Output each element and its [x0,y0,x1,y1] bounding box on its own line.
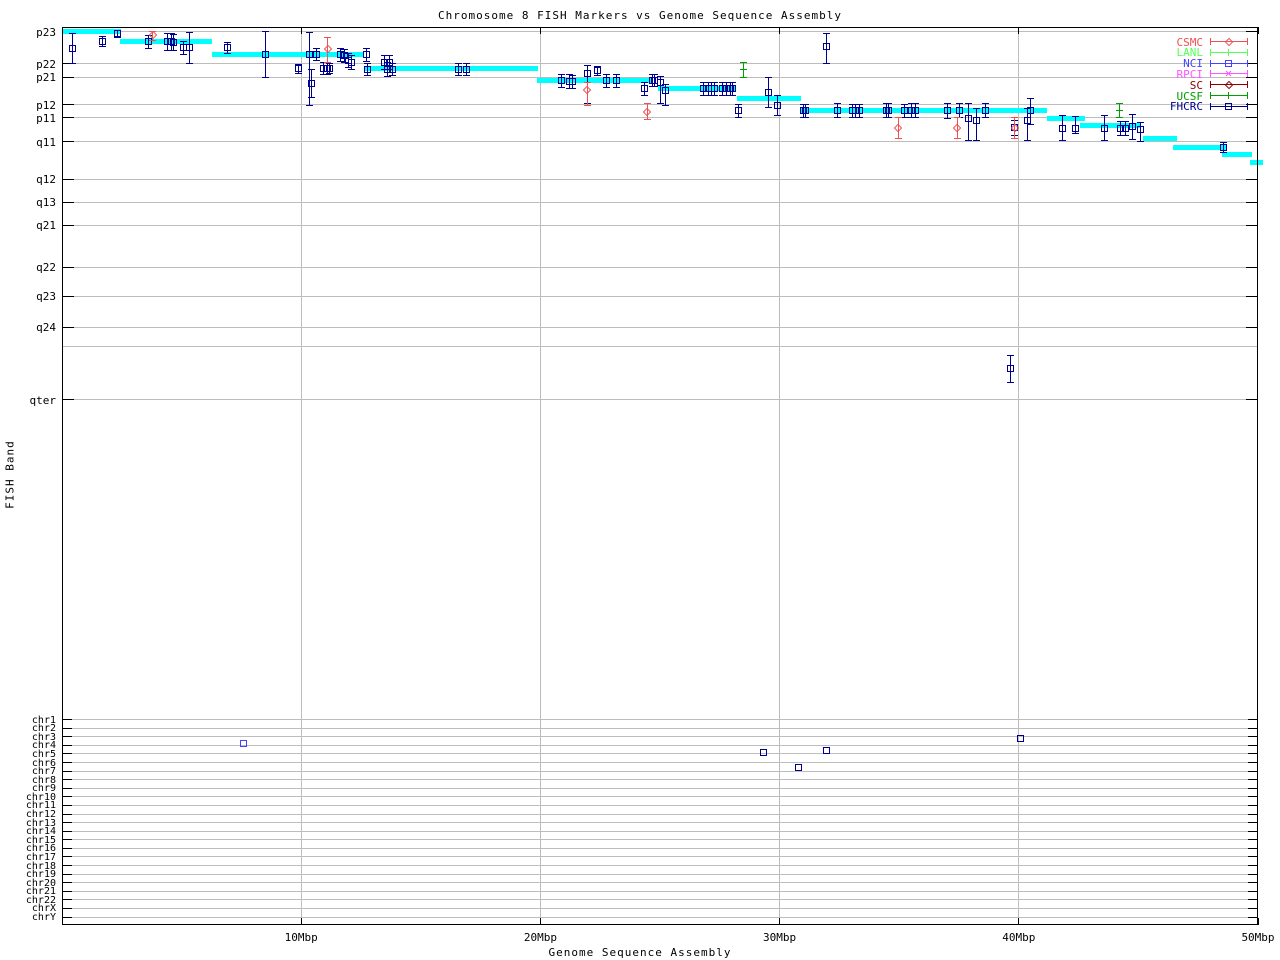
legend-sample-cap [1209,70,1211,78]
plot-border [62,27,1258,925]
page-title: Chromosome 8 FISH Markers vs Genome Sequ… [438,9,842,22]
legend-sample-cap [1246,92,1248,99]
x-tick-label: 30Mbp [763,931,797,944]
x-tick-label: 50Mbp [1241,931,1275,944]
band-label: q24 [36,321,56,334]
y-axis-title: FISH Band [3,440,17,509]
legend-sample-cap [1209,48,1211,56]
data-point-square [1225,59,1232,67]
legend-sample-cap [1209,92,1211,99]
band-label: q21 [36,219,56,232]
legend-sample-cap [1209,102,1211,110]
figure: Chromosome 8 FISH Markers vs Genome Sequ… [0,0,1280,960]
band-label: q12 [36,173,56,186]
legend-label: FHCRC [1169,100,1203,114]
band-label: q23 [36,290,56,303]
band-label: q11 [36,135,56,149]
x-tick-label: 10Mbp [284,931,318,944]
chr-label: chrY [31,912,56,923]
legend-sample-cap [1246,59,1248,67]
legend-sample-cap [1246,48,1248,56]
x-tick-label: 40Mbp [1002,931,1036,944]
x-tick-label: 20Mbp [523,931,557,944]
data-point-plus [1228,48,1229,56]
band-label: p11 [36,111,56,125]
data-point-plus [1228,92,1229,99]
band-label: p12 [36,98,56,112]
band-label: q22 [36,261,56,274]
x-axis-title: Genome Sequence Assembly [548,946,732,959]
band-label: p22 [36,57,56,71]
legend-sample-cap [1246,81,1248,89]
band-label: p23 [36,25,56,39]
band-label: p21 [36,71,56,84]
legend-sample-cap [1246,38,1248,45]
band-label: qter [29,393,57,407]
legend-sample-cap [1209,59,1211,67]
band-label: q13 [36,196,56,209]
legend-sample-cap [1209,38,1211,45]
legend-sample-cap [1209,81,1211,89]
legend-sample-cap [1246,102,1248,110]
legend-sample-cap [1246,70,1248,78]
data-point-square [1225,102,1232,110]
